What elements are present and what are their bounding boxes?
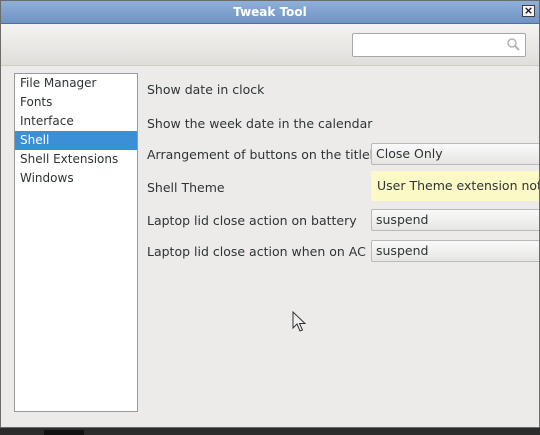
window-title: Tweak Tool <box>233 5 307 19</box>
sidebar-item-shell[interactable]: Shell <box>15 131 137 150</box>
mouse-pointer-icon <box>292 311 307 332</box>
show-week-date-label: Show the week date in the calendar <box>147 116 373 131</box>
sidebar-item-file-manager[interactable]: File Manager <box>15 74 137 93</box>
sidebar-item-label: Shell Extensions <box>20 152 119 166</box>
sidebar-item-fonts[interactable]: Fonts <box>15 93 137 112</box>
taskbar-thumbnail <box>44 430 84 435</box>
setting-row-lid-ac: Laptop lid close action when on AC suspe… <box>147 240 539 262</box>
shell-theme-label: Shell Theme <box>147 180 225 195</box>
lid-ac-label: Laptop lid close action when on AC <box>147 244 366 259</box>
close-icon: × <box>523 4 534 17</box>
titlebar[interactable]: Tweak Tool × <box>1 1 539 24</box>
setting-row-lid-battery: Laptop lid close action on battery suspe… <box>147 209 539 231</box>
sidebar-item-label: File Manager <box>20 76 97 90</box>
setting-row-titlebar-buttons: Arrangement of buttons on the titlebar C… <box>147 143 539 165</box>
setting-row-shell-theme: Shell Theme User Theme extension not <box>147 171 539 201</box>
sidebar: File Manager Fonts Interface Shell Shell… <box>14 73 138 412</box>
sidebar-item-label: Shell <box>20 133 50 147</box>
search-icon <box>507 38 520 51</box>
close-button[interactable]: × <box>522 5 535 17</box>
shell-theme-warning: User Theme extension not <box>371 171 539 201</box>
toolbar <box>1 24 539 66</box>
tweak-tool-window: Tweak Tool × File Manager Fonts Interfac… <box>0 0 540 428</box>
sidebar-item-windows[interactable]: Windows <box>15 169 137 188</box>
sidebar-item-label: Fonts <box>20 95 53 109</box>
setting-row-show-week-date[interactable]: Show the week date in the calendar <box>147 112 539 134</box>
lid-ac-combo[interactable]: suspend <box>371 240 539 262</box>
titlebar-buttons-label: Arrangement of buttons on the titlebar <box>147 147 391 162</box>
setting-row-show-date[interactable]: Show date in clock <box>147 78 539 100</box>
lid-battery-combo[interactable]: suspend <box>371 209 539 231</box>
search-input[interactable] <box>357 35 507 57</box>
show-date-label: Show date in clock <box>147 82 265 97</box>
sidebar-item-label: Windows <box>20 171 74 185</box>
sidebar-item-shell-extensions[interactable]: Shell Extensions <box>15 150 137 169</box>
lid-battery-label: Laptop lid close action on battery <box>147 213 357 228</box>
sidebar-item-interface[interactable]: Interface <box>15 112 137 131</box>
sidebar-item-label: Interface <box>20 114 74 128</box>
desktop-background <box>0 428 540 435</box>
titlebar-buttons-combo[interactable]: Close Only <box>371 143 539 165</box>
search-box[interactable] <box>352 33 526 57</box>
settings-panel: Show date in clock Show the week date in… <box>147 73 539 413</box>
